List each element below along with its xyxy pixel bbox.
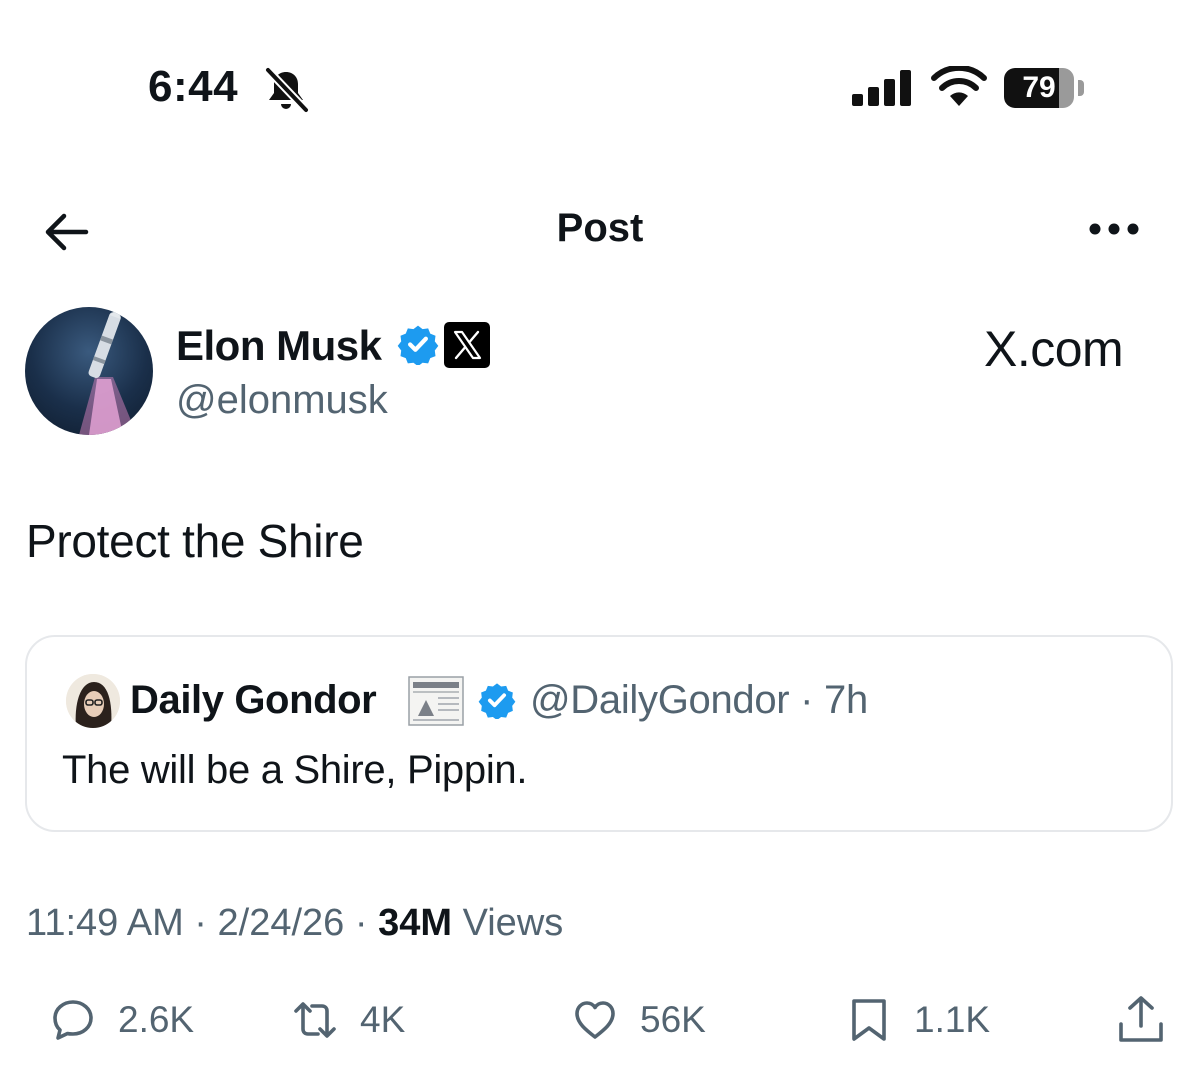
newspaper-icon xyxy=(408,676,464,726)
views-label: Views xyxy=(462,902,564,944)
bookmark-button[interactable]: 1.1K xyxy=(846,994,990,1046)
post-text: Protect the Shire xyxy=(26,515,364,567)
reply-count: 2.6K xyxy=(118,999,195,1040)
verified-badge-icon xyxy=(397,325,439,365)
quote-text: The will be a Shire, Pippin. xyxy=(62,748,528,792)
author-avatar[interactable] xyxy=(25,307,153,435)
repost-button[interactable]: 4K xyxy=(292,994,405,1046)
cellular-signal-icon xyxy=(852,70,911,106)
portrait-image xyxy=(66,674,120,728)
more-horizontal-icon[interactable] xyxy=(1084,214,1144,244)
quote-author-avatar[interactable] xyxy=(66,674,120,728)
quote-time: 7h xyxy=(824,678,868,722)
x-logo-icon xyxy=(453,330,482,360)
author-name[interactable]: Elon Musk xyxy=(176,322,382,370)
repost-icon xyxy=(294,1002,336,1038)
author-handle[interactable]: @elonmusk xyxy=(176,378,388,423)
affiliation-link[interactable]: X.com xyxy=(984,320,1124,378)
bookmark-icon xyxy=(852,999,886,1041)
status-time: 6:44 xyxy=(148,62,239,111)
post-time: 11:49 AM xyxy=(26,902,184,944)
heart-icon xyxy=(575,1001,615,1039)
share-icon[interactable] xyxy=(1116,994,1166,1046)
quote-handle-time: @DailyGondor · 7h xyxy=(530,678,868,723)
reply-icon xyxy=(53,1000,93,1040)
bookmark-count: 1.1K xyxy=(914,999,991,1040)
verified-badge-icon xyxy=(478,683,516,719)
battery-percent: 79 xyxy=(1022,71,1056,104)
x-affiliate-badge[interactable] xyxy=(444,322,490,368)
quote-author-handle[interactable]: @DailyGondor xyxy=(530,678,790,722)
like-count: 56K xyxy=(640,999,706,1040)
quote-author-name[interactable]: Daily Gondor xyxy=(130,678,377,723)
bell-slash-icon xyxy=(265,67,309,113)
reply-button[interactable]: 2.6K xyxy=(50,994,194,1046)
rocket-image xyxy=(79,309,137,435)
post-date: 2/24/26 xyxy=(217,902,345,944)
post-meta: 11:49 AM · 2/24/26 · 34M Views xyxy=(26,902,563,945)
views-count[interactable]: 34M xyxy=(378,902,452,944)
repost-count: 4K xyxy=(360,999,406,1040)
wifi-icon xyxy=(931,66,987,106)
separator-dot: · xyxy=(183,902,218,944)
like-button[interactable]: 56K xyxy=(572,994,706,1046)
separator-dot: · xyxy=(344,902,379,944)
separator-dot: · xyxy=(789,678,824,722)
battery-nub xyxy=(1078,80,1084,96)
page-title: Post xyxy=(556,206,644,250)
quoted-post-card[interactable] xyxy=(25,635,1173,832)
battery-icon: 79 xyxy=(1004,68,1074,108)
